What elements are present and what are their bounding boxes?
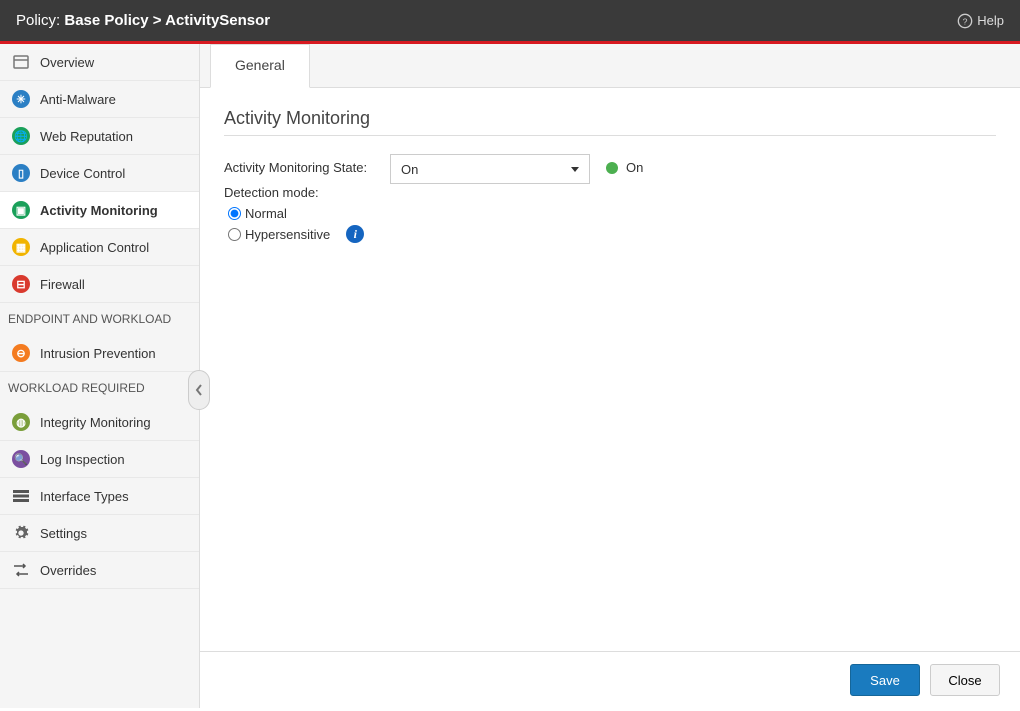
state-label: Activity Monitoring State: xyxy=(224,160,374,175)
sidebar-item-label: Application Control xyxy=(40,240,149,255)
overview-icon xyxy=(12,53,30,71)
sidebar-item-log[interactable]: 🔍 Log Inspection xyxy=(0,441,199,478)
sidebar-item-activity[interactable]: ▣ Activity Monitoring xyxy=(0,192,199,229)
sidebar-item-label: Intrusion Prevention xyxy=(40,346,156,361)
detection-label: Detection mode: xyxy=(224,185,374,200)
save-button[interactable]: Save xyxy=(850,664,920,696)
radio-normal-input[interactable] xyxy=(228,207,241,220)
sidebar-item-label: Anti-Malware xyxy=(40,92,116,107)
sidebar-item-label: Integrity Monitoring xyxy=(40,415,151,430)
integrity-icon: ◍ xyxy=(12,413,30,431)
help-text: Help xyxy=(977,13,1004,28)
firewall-icon: ⊟ xyxy=(12,275,30,293)
sidebar-item-label: Firewall xyxy=(40,277,85,292)
sidebar-item-label: Log Inspection xyxy=(40,452,125,467)
device-icon: ▯ xyxy=(12,164,30,182)
log-icon: 🔍 xyxy=(12,450,30,468)
intrusion-icon: ⊖ xyxy=(12,344,30,362)
sidebar: Overview ✳ Anti-Malware 🌐 Web Reputation… xyxy=(0,44,200,708)
status-indicator: On xyxy=(606,154,643,175)
antimalware-icon: ✳ xyxy=(12,90,30,108)
close-button[interactable]: Close xyxy=(930,664,1000,696)
status-text: On xyxy=(626,160,643,175)
sidebar-item-appcontrol[interactable]: ▦ Application Control xyxy=(0,229,199,266)
sidebar-heading-endpoint: ENDPOINT AND WORKLOAD xyxy=(0,303,199,335)
radio-hypersensitive[interactable]: Hypersensitive i xyxy=(228,225,374,243)
breadcrumb: Base Policy > ActivitySensor xyxy=(64,12,270,29)
sidebar-item-label: Activity Monitoring xyxy=(40,203,158,218)
status-dot-icon xyxy=(606,162,618,174)
state-select-value: On xyxy=(401,162,418,177)
sidebar-item-overview[interactable]: Overview xyxy=(0,44,199,81)
help-icon: ? xyxy=(957,13,973,29)
appcontrol-icon: ▦ xyxy=(12,238,30,256)
info-icon[interactable]: i xyxy=(346,225,364,243)
footer: Save Close xyxy=(200,651,1020,708)
sidebar-item-label: Device Control xyxy=(40,166,125,181)
sidebar-item-settings[interactable]: Settings xyxy=(0,515,199,552)
sidebar-item-integrity[interactable]: ◍ Integrity Monitoring xyxy=(0,404,199,441)
sidebar-item-firewall[interactable]: ⊟ Firewall xyxy=(0,266,199,303)
chevron-left-icon xyxy=(195,384,203,396)
state-select[interactable]: On xyxy=(390,154,590,184)
overrides-icon xyxy=(12,561,30,579)
radio-hypersensitive-input[interactable] xyxy=(228,228,241,241)
activity-icon: ▣ xyxy=(12,201,30,219)
chevron-down-icon xyxy=(571,167,579,172)
section-rule xyxy=(224,135,996,136)
sidebar-item-label: Settings xyxy=(40,526,87,541)
sidebar-collapse-handle[interactable] xyxy=(188,370,210,410)
sidebar-heading-workload: WORKLOAD REQUIRED xyxy=(0,372,199,404)
svg-text:?: ? xyxy=(963,16,968,26)
section-title: Activity Monitoring xyxy=(224,108,996,129)
sidebar-item-intrusion[interactable]: ⊖ Intrusion Prevention xyxy=(0,335,199,372)
sidebar-item-interface[interactable]: Interface Types xyxy=(0,478,199,515)
radio-hypersensitive-label: Hypersensitive xyxy=(245,227,330,242)
radio-normal[interactable]: Normal xyxy=(228,206,374,221)
tab-general[interactable]: General xyxy=(210,44,310,88)
sidebar-item-label: Overrides xyxy=(40,563,96,578)
page-title: Policy: Base Policy > ActivitySensor xyxy=(16,12,270,29)
sidebar-item-overrides[interactable]: Overrides xyxy=(0,552,199,589)
policy-label: Policy: xyxy=(16,12,60,29)
sidebar-item-label: Web Reputation xyxy=(40,129,133,144)
interface-icon xyxy=(12,487,30,505)
sidebar-item-antimalware[interactable]: ✳ Anti-Malware xyxy=(0,81,199,118)
help-link[interactable]: ? Help xyxy=(957,13,1004,29)
radio-normal-label: Normal xyxy=(245,206,287,221)
sidebar-item-label: Interface Types xyxy=(40,489,129,504)
tabs: General xyxy=(200,44,1020,88)
webrep-icon: 🌐 xyxy=(12,127,30,145)
sidebar-item-device[interactable]: ▯ Device Control xyxy=(0,155,199,192)
content: Activity Monitoring Activity Monitoring … xyxy=(200,88,1020,651)
sidebar-item-label: Overview xyxy=(40,55,94,70)
sidebar-item-webrep[interactable]: 🌐 Web Reputation xyxy=(0,118,199,155)
gear-icon xyxy=(12,524,30,542)
header-bar: Policy: Base Policy > ActivitySensor ? H… xyxy=(0,0,1020,44)
